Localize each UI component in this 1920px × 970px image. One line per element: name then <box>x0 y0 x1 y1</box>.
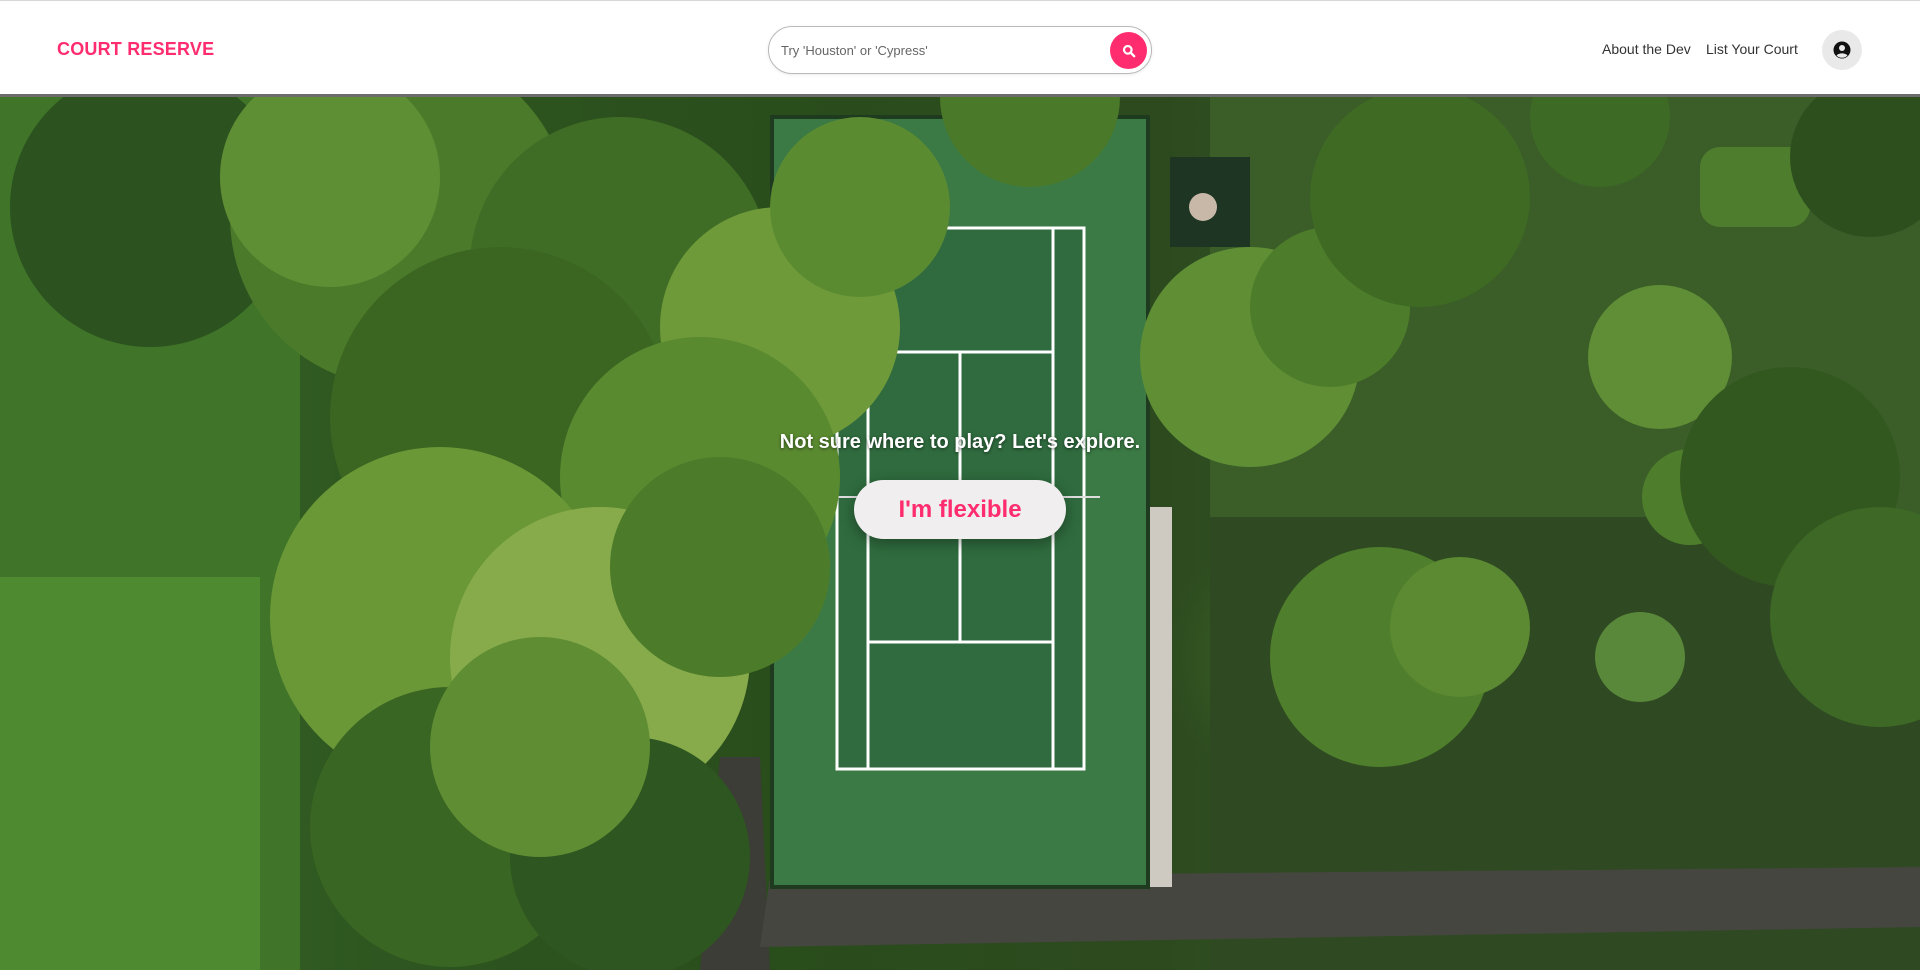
top-navbar: COURT RESERVE About the Dev List Your Co… <box>0 0 1920 97</box>
nav-link-about-dev[interactable]: About the Dev <box>1602 41 1691 57</box>
im-flexible-button[interactable]: I'm flexible <box>854 480 1066 539</box>
profile-button[interactable] <box>1822 30 1862 70</box>
hero-tagline: Not sure where to play? Let's explore. <box>779 431 1141 453</box>
brand-logo[interactable]: COURT RESERVE <box>57 39 214 60</box>
search-icon <box>1122 44 1135 57</box>
search-button[interactable] <box>1110 32 1147 69</box>
nav-link-list-court[interactable]: List Your Court <box>1706 41 1798 57</box>
search-input[interactable] <box>781 39 1091 61</box>
hero-section: Not sure where to play? Let's explore. I… <box>0 97 1920 970</box>
search-bar <box>768 26 1152 74</box>
user-circle-icon <box>1833 41 1851 59</box>
